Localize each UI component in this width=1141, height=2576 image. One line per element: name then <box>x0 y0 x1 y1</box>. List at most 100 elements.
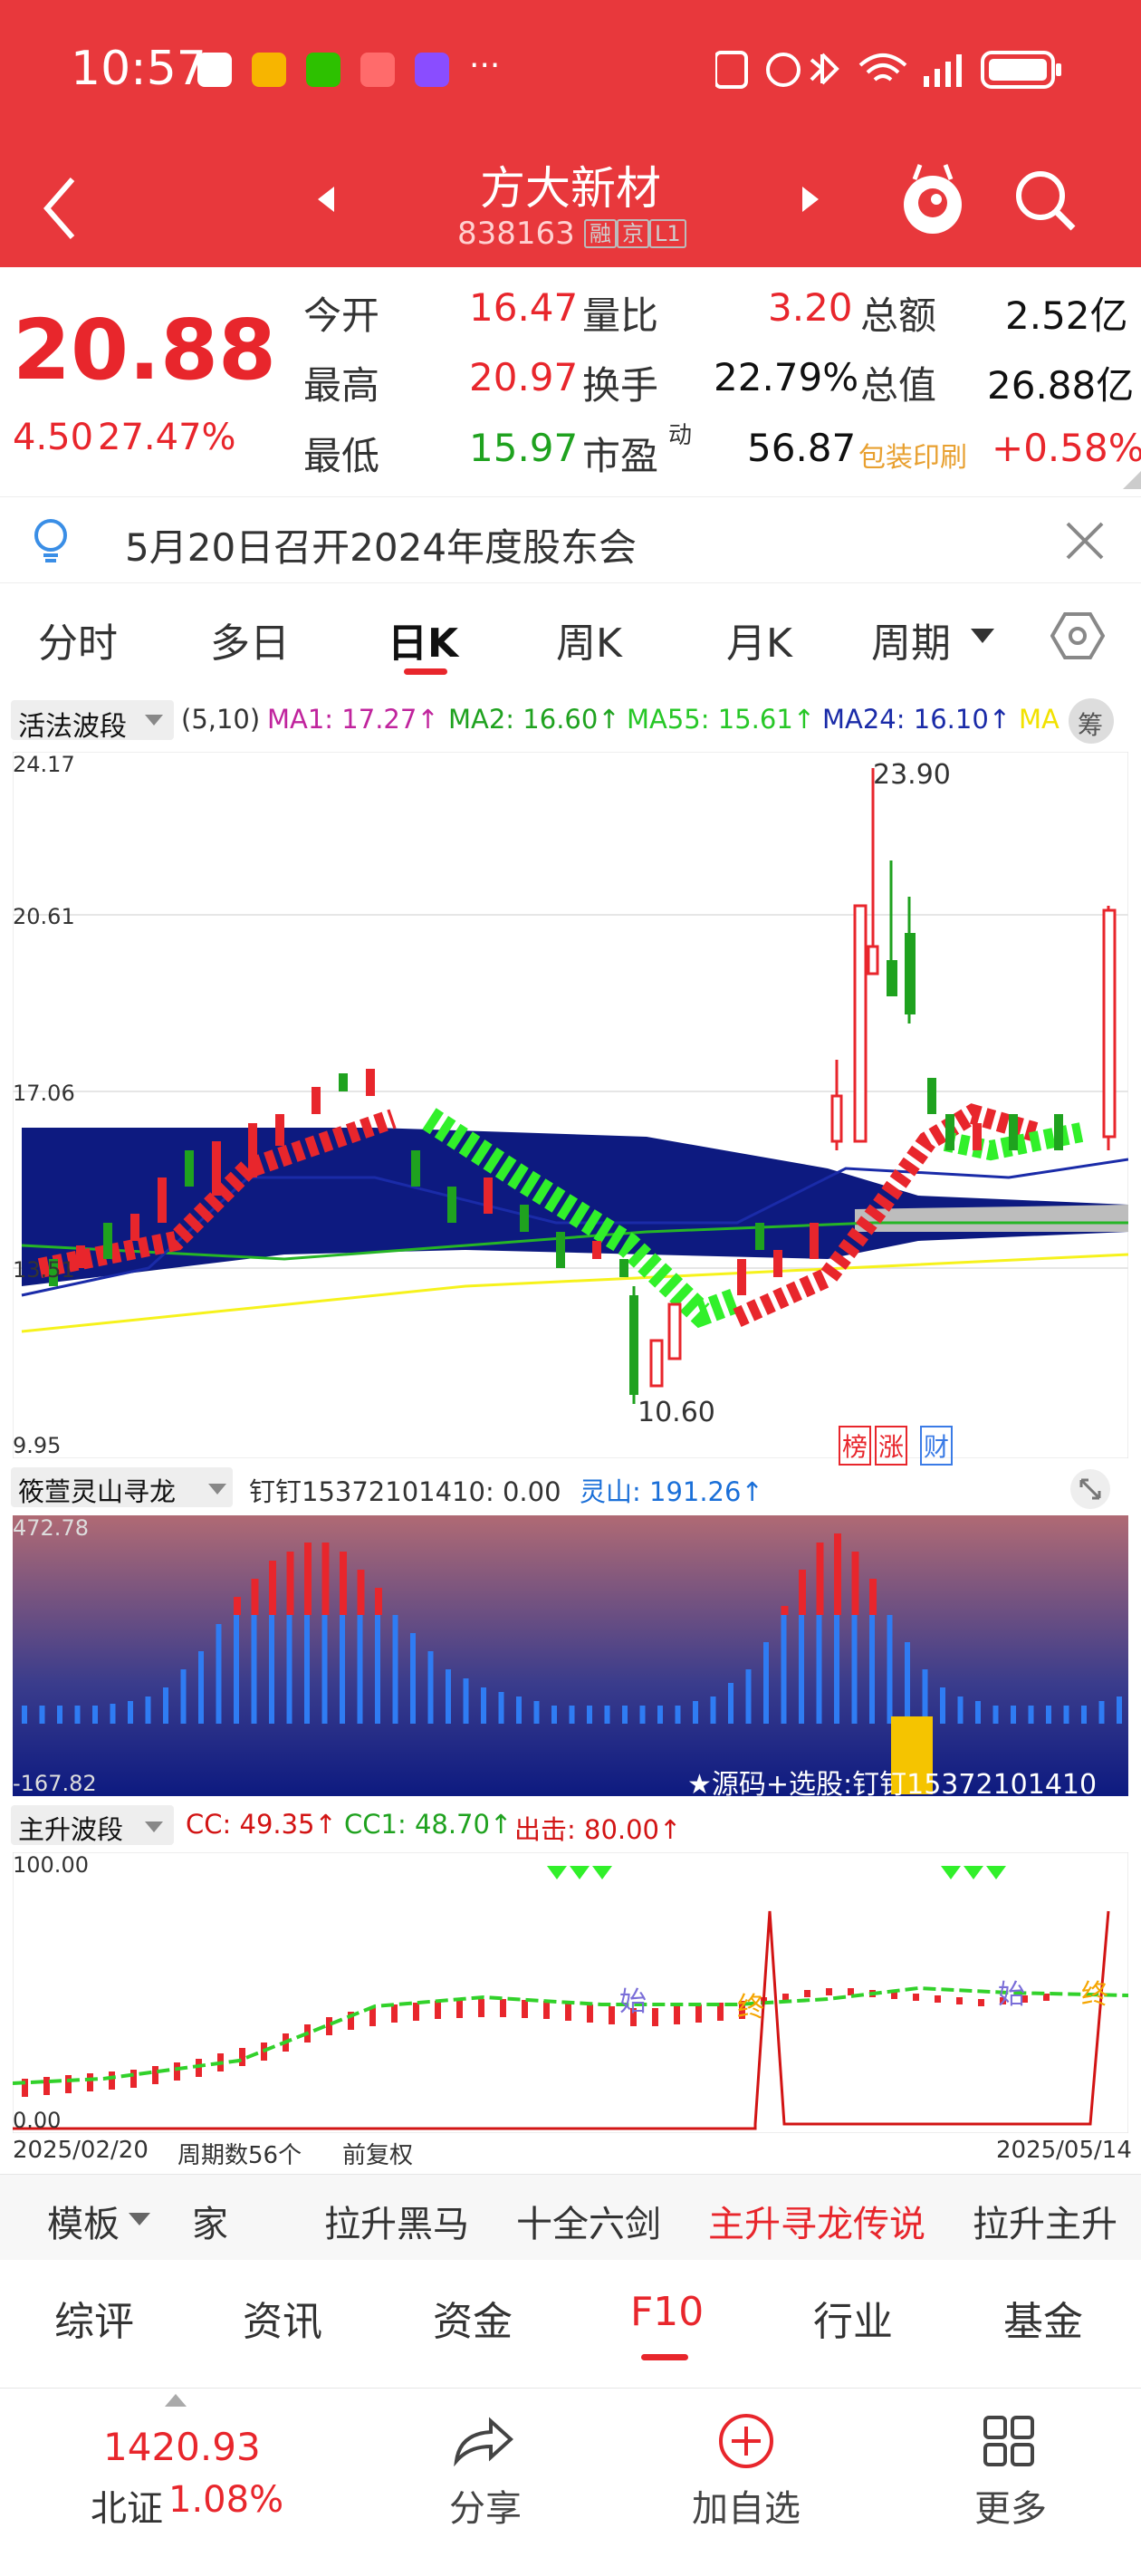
strategy-item-3[interactable]: 十全六剑 <box>516 2195 661 2247</box>
indicator1-bar-top <box>851 1552 859 1615</box>
app-icon-1 <box>197 53 232 87</box>
tab-weekly-k[interactable]: 周K <box>556 610 622 668</box>
tab-monthly-k[interactable]: 月K <box>726 610 792 668</box>
index-value[interactable]: 1420.93 <box>103 2425 261 2469</box>
kline-chart[interactable]: 24.17 20.61 17.06 13.51 9.95 23.90 10.60… <box>12 751 1129 1466</box>
indicator1-y-top: 472.78 <box>13 1515 89 1541</box>
indicator1-bar <box>321 1615 328 1724</box>
amount-value: 2.52亿 <box>1005 293 1128 338</box>
tab-fund[interactable]: 基金 <box>1003 2289 1083 2347</box>
info-tabs: 综评 资讯 资金 F10 行业 基金 <box>0 2260 1141 2369</box>
indicator1-bar <box>781 1615 787 1724</box>
ma-more: MA <box>1019 704 1060 735</box>
share-label[interactable]: 分享 <box>449 2479 522 2532</box>
indicator2-stripe <box>130 2070 137 2088</box>
tab-daily-k[interactable]: 日K <box>388 610 458 668</box>
settings-hex-icon[interactable] <box>1050 609 1105 663</box>
notice-text[interactable]: 5月20日召开2024年度股东会 <box>125 517 637 572</box>
indicator1-bar <box>533 1701 540 1724</box>
indicator1-bar <box>1011 1706 1016 1724</box>
tag-exchange: 京 <box>617 219 649 248</box>
expand-icon[interactable] <box>1069 1467 1112 1511</box>
chip-label[interactable]: 筹 <box>1078 706 1103 742</box>
indicator1-bar <box>92 1706 98 1724</box>
strategy-item-4[interactable]: 主升寻龙传说 <box>708 2195 925 2247</box>
adjust-mode[interactable]: 前复权 <box>342 2137 413 2170</box>
indicator1-bar <box>180 1669 187 1724</box>
indicator1-bar <box>657 1706 663 1724</box>
indicator2-stripe <box>978 1999 984 2006</box>
indicator1-bar-top <box>357 1570 365 1615</box>
indicator2-stripe <box>239 2048 245 2066</box>
next-stock-icon[interactable] <box>797 181 824 217</box>
industry-link[interactable]: 包装印刷 <box>858 435 967 475</box>
chevron-up-icon <box>165 2394 187 2407</box>
indicator1-chart[interactable]: 472.78 -167.82 ★源码+选股:钉钉15372101410 <box>13 1515 1128 1801</box>
index-pct[interactable]: 1.08% <box>168 2479 283 2521</box>
marker-end-1: 终 <box>737 1992 764 2023</box>
indicator1-bar <box>481 1687 486 1724</box>
grid-more-icon[interactable] <box>982 2414 1036 2468</box>
indicator2-stripe <box>804 1990 810 1997</box>
strategy-scroll[interactable]: 庄家 拉升黑马 十全六剑 主升寻龙传说 拉升主升 <box>192 2195 1141 2249</box>
indicator1-bar <box>745 1669 752 1724</box>
tab-period-dropdown[interactable]: 周期 <box>871 610 951 668</box>
indicator1-bar <box>198 1651 204 1724</box>
indicator1-bar <box>1098 1701 1105 1724</box>
indicator1-bar <box>816 1615 822 1724</box>
template-button[interactable]: 模板 <box>47 2195 120 2247</box>
search-icon[interactable] <box>1010 165 1082 237</box>
ma1-value: MA1: 17.27↑ <box>267 704 439 735</box>
indicator1-legend: 筱萱灵山寻龙 钉钉15372101410: 0.00 灵山: 191.26↑ <box>0 1460 1141 1514</box>
tab-multiday[interactable]: 多日 <box>210 610 290 668</box>
strategy-item-2[interactable]: 拉升黑马 <box>324 2195 469 2247</box>
tab-intraday[interactable]: 分时 <box>38 610 118 668</box>
indicator2-stripe <box>956 1997 963 2004</box>
indicator1-bar <box>922 1669 928 1724</box>
tab-funds[interactable]: 资金 <box>433 2289 513 2347</box>
share-icon[interactable] <box>451 2416 514 2466</box>
indicator2-stripe <box>543 2001 550 2019</box>
mascot-icon[interactable] <box>896 158 969 239</box>
strategy-item-1[interactable]: 庄家 <box>192 2195 228 2247</box>
indicator1-bar <box>675 1706 681 1724</box>
indicator1-name[interactable]: 筱萱灵山寻龙 <box>18 1471 176 1509</box>
indicator2-stripe <box>65 2075 72 2093</box>
indicator1-bar <box>992 1706 999 1724</box>
indicator2-name[interactable]: 主升波段 <box>18 1809 123 1847</box>
notice-bar[interactable]: 5月20日召开2024年度股东会 <box>0 496 1141 583</box>
indicator1-bar <box>463 1678 469 1724</box>
indicator2-stripe <box>935 1995 941 2003</box>
close-icon[interactable] <box>1064 520 1106 562</box>
indicator-name[interactable]: 活法波段 <box>18 704 127 744</box>
low-annotation: 10.60 <box>638 1397 715 1428</box>
tab-news[interactable]: 资讯 <box>243 2289 322 2347</box>
last-price: 20.88 <box>13 302 277 399</box>
turnover-value: 22.79% <box>714 355 859 399</box>
wechat-icon <box>306 53 340 87</box>
stock-tags: 融京 L1 <box>584 219 686 248</box>
clock: 10:57 <box>71 42 206 96</box>
indicator2-stripe <box>369 2008 376 2026</box>
open-value: 16.47 <box>469 285 579 330</box>
indicator1-bar-top <box>799 1570 806 1615</box>
high-annotation: 23.90 <box>873 759 951 791</box>
indicator2-stripe <box>87 2073 93 2091</box>
tab-f10[interactable]: F10 <box>630 2289 704 2335</box>
indicator1-svg <box>13 1515 1128 1796</box>
indicator1-bar <box>905 1642 910 1724</box>
strategy-item-5[interactable]: 拉升主升 <box>973 2195 1117 2247</box>
index-name[interactable]: 北证 <box>91 2479 163 2532</box>
add-watchlist-label[interactable]: 加自选 <box>692 2479 801 2532</box>
cc1-value: CC1: 48.70↑ <box>344 1809 513 1840</box>
more-label[interactable]: 更多 <box>974 2479 1047 2532</box>
indicator2-chart[interactable]: 100.00 0.00 始 终 始 终 <box>12 1851 1129 2134</box>
indicator1-bar <box>110 1704 116 1724</box>
system-icons <box>715 51 1061 89</box>
tab-industry[interactable]: 行业 <box>813 2289 893 2347</box>
strategy-bar: 模板 庄家 拉升黑马 十全六剑 主升寻龙传说 拉升主升 <box>0 2174 1141 2260</box>
kline-svg <box>12 751 1129 1459</box>
add-watchlist-icon[interactable] <box>717 2412 775 2470</box>
chevron-down-icon <box>145 1821 163 1832</box>
tab-overview[interactable]: 综评 <box>54 2289 134 2347</box>
